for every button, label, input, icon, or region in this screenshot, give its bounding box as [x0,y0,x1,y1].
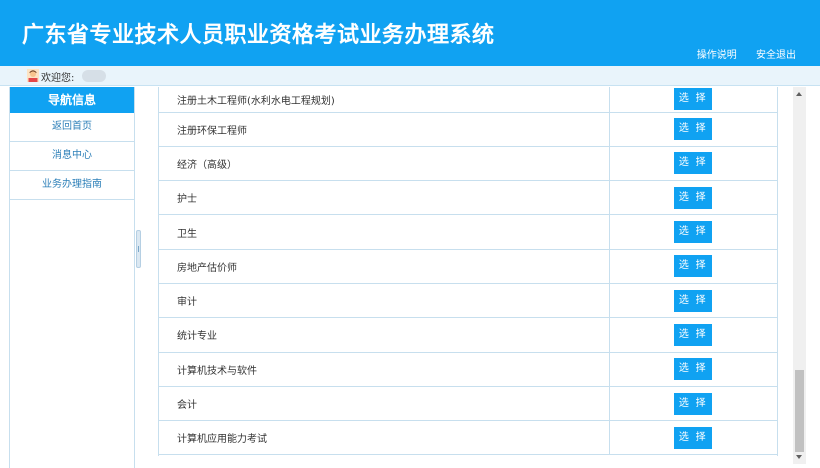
help-link[interactable]: 操作说明 [697,50,737,61]
action-cell: 选 择 [608,317,777,353]
scroll-thumb[interactable] [795,370,804,452]
table-row: 经济（高级） 选 择 [159,146,777,181]
welcome-label: 欢迎您: [41,73,75,84]
system-title: 广东省专业技术人员职业资格考试业务办理系统 [22,23,495,48]
table-row: 房地产估价师 选 择 [159,249,777,284]
action-cell: 选 择 [608,112,777,147]
action-cell: 选 择 [608,249,777,284]
exam-name: 经济（高级） [177,159,237,171]
table-row: 护士 选 择 [159,180,777,215]
select-button[interactable]: 选 择 [674,426,713,449]
select-button[interactable]: 选 择 [674,152,713,175]
select-button[interactable]: 选 择 [674,221,713,244]
scroll-down-icon[interactable] [796,455,802,459]
select-button[interactable]: 选 择 [674,88,713,111]
select-button[interactable]: 选 择 [674,255,713,278]
action-cell: 选 择 [608,386,777,421]
exam-name: 审计 [177,297,197,309]
exam-name: 统计专业 [177,331,217,343]
exam-list-panel: 注册土木工程师(水利水电工程规划) 选 择注册环保工程师选 择经济（高级）选 择护… [158,87,778,456]
exam-name: 护士 [177,194,197,206]
select-button[interactable]: 选 择 [674,392,713,415]
header-links: 操作说明 安全退出 [681,46,796,61]
nav-header: 导航信息 [10,87,134,113]
exam-table: 注册土木工程师(水利水电工程规划) 选 择注册环保工程师选 择经济（高级）选 择护… [159,87,777,455]
sidebar-collapse-handle[interactable] [136,230,141,268]
action-cell: 选 择 [608,214,777,250]
table-row: 会计 选 择 [159,386,777,421]
select-button[interactable]: 选 择 [674,358,713,381]
action-cell: 选 择 [608,283,777,318]
action-cell: 选 择 [608,87,777,112]
logout-link[interactable]: 安全退出 [756,50,796,61]
exam-name: 计算机应用能力考试 [177,434,267,446]
table-row: 注册土木工程师(水利水电工程规划) 选 择 [159,87,777,112]
table-row: 卫生 选 择 [159,214,777,250]
sidebar-item-messages[interactable]: 消息中心 [10,142,134,171]
sidebar-item-guide[interactable]: 业务办理指南 [10,171,134,200]
exam-name: 计算机技术与软件 [177,365,257,377]
header-bar: 广东省专业技术人员职业资格考试业务办理系统 操作说明 安全退出 [0,0,820,66]
select-button[interactable]: 选 择 [674,289,713,312]
table-row: 计算机技术与软件 选 择 [159,352,777,387]
sidebar-item-home[interactable]: 返回首页 [10,113,134,142]
table-row: 注册环保工程师 选 择 [159,112,777,147]
action-cell: 选 择 [608,180,777,215]
table-row: 统计专业 选 择 [159,317,777,353]
select-button[interactable]: 选 择 [674,118,713,141]
exam-name: 房地产估价师 [177,262,237,274]
exam-name: 注册土木工程师(水利水电工程规划) [177,95,335,107]
action-cell: 选 择 [608,420,777,455]
user-avatar-icon [27,69,39,82]
action-cell: 选 择 [608,352,777,387]
sidebar: 导航信息 返回首页 消息中心 业务办理指南 [9,87,135,468]
table-row: 审计 选 择 [159,283,777,318]
exam-name: 注册环保工程师 [177,125,247,137]
exam-name: 会计 [177,400,197,412]
table-row: 计算机应用能力考试 选 择 [159,420,777,455]
vertical-scrollbar[interactable] [793,87,806,464]
select-button[interactable]: 选 择 [674,323,713,346]
username-redacted [82,70,106,82]
welcome-bar: 欢迎您: [0,66,820,86]
action-cell: 选 择 [608,146,777,181]
scroll-up-icon[interactable] [796,92,802,96]
exam-name: 卫生 [177,228,197,240]
select-button[interactable]: 选 择 [674,186,713,209]
